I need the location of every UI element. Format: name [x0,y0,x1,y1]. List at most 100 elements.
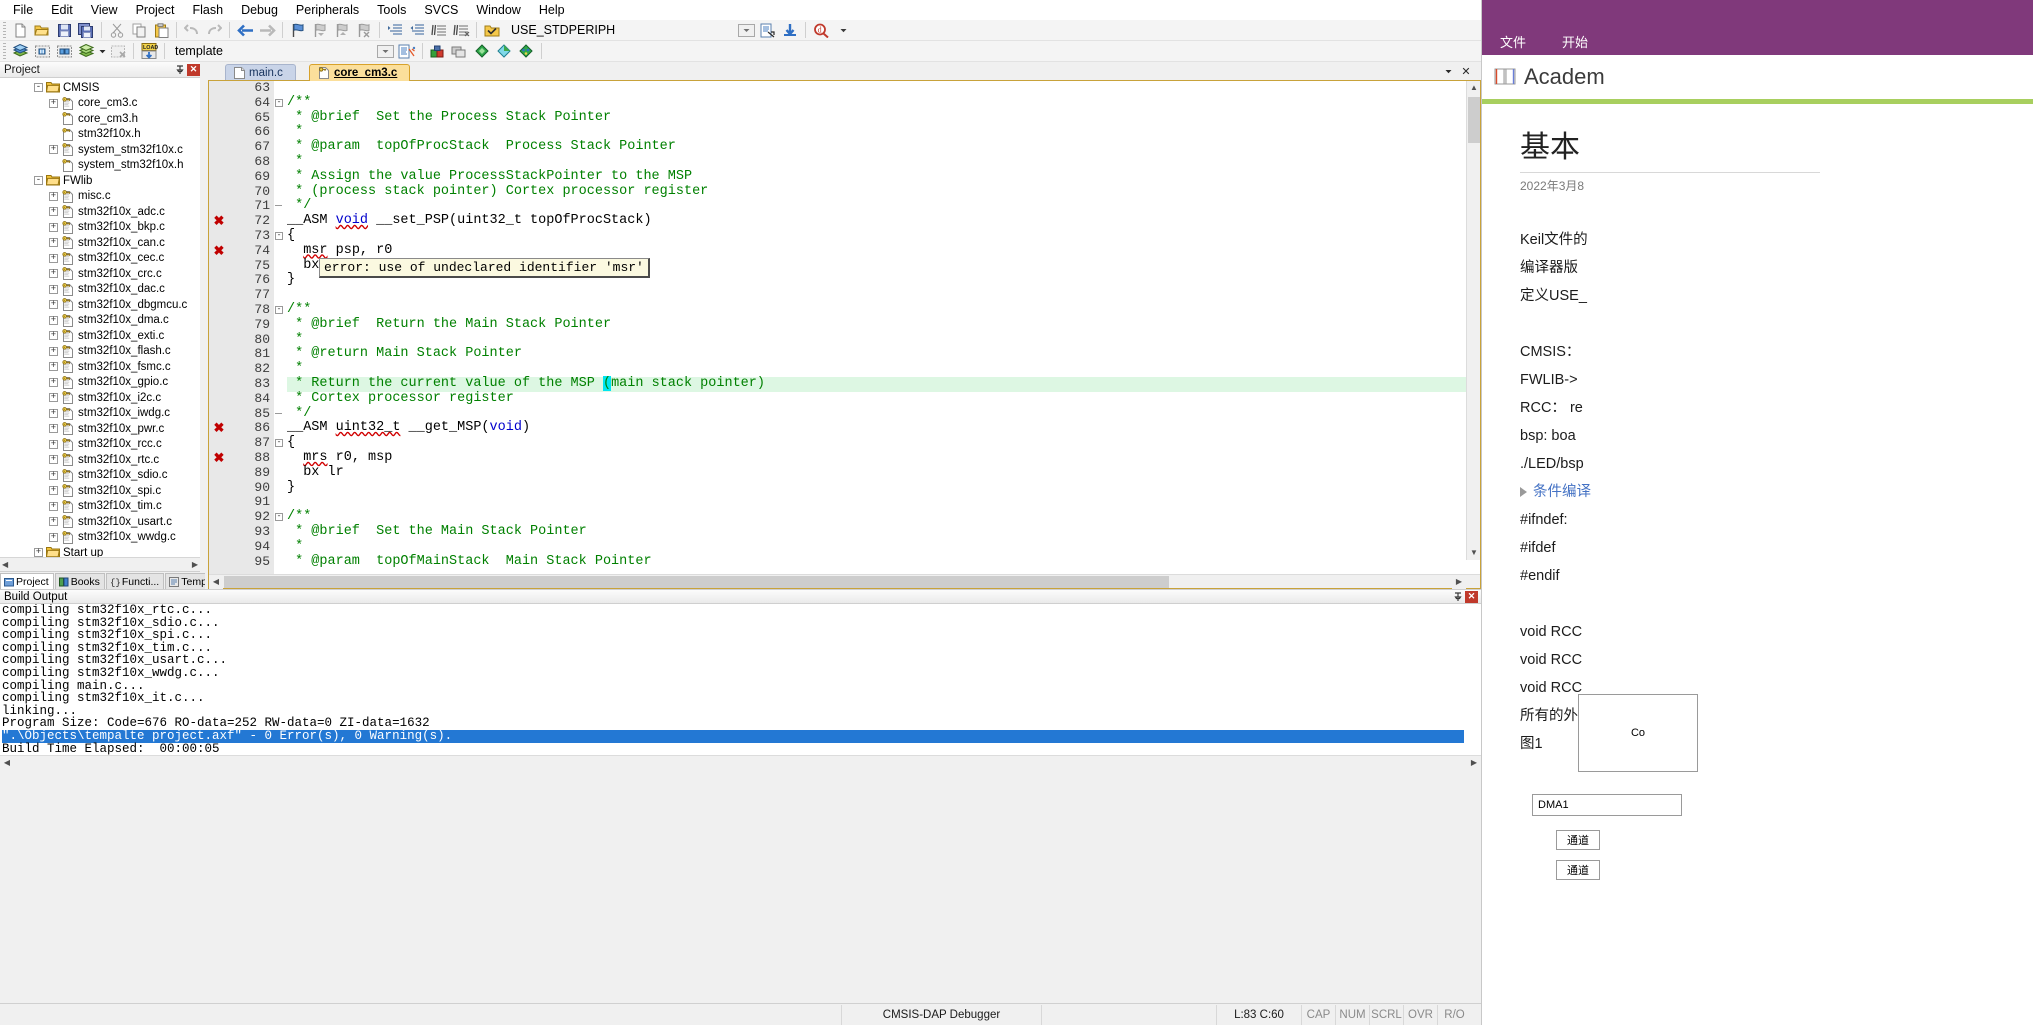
tree-item-stm32f10x-crc-c[interactable]: + stm32f10x_crc.c [0,266,200,282]
copy-icon[interactable] [128,21,150,40]
editor-tab-core-cm3-c[interactable]: core_cm3.c [309,64,411,81]
menu-item-peripherals[interactable]: Peripherals [287,1,368,19]
open-file-icon[interactable] [31,21,53,40]
menu-item-flash[interactable]: Flash [183,1,232,19]
fold-collapse-icon[interactable]: - [275,305,283,314]
bookmark-clear-icon[interactable] [353,21,375,40]
fold-collapse-icon[interactable]: - [275,98,283,107]
expand-icon[interactable]: + [34,548,43,557]
uncomment-icon[interactable] [450,21,472,40]
code-view[interactable]: ✖ ✖ ✖ ✖ 63 64 65 66 67 68 69 70 71 72 73 74 75 76 77 78 79 8… [209,81,1480,574]
target-options-icon[interactable] [396,42,418,61]
expand-icon[interactable]: + [49,207,58,217]
code-hscrollbar[interactable]: ◀ ▶ [209,574,1480,589]
onenote-body-line[interactable]: #ifndef: [1520,506,2033,534]
onenote-body-line[interactable]: FWLIB-> [1520,366,2033,394]
expand-icon[interactable]: + [49,145,58,155]
code-line[interactable]: * Cortex processor register [287,391,1480,407]
source-browse-icon[interactable] [757,21,779,40]
code-line[interactable]: * @brief Return the Main Stack Pointer [287,317,1480,333]
onenote-tab-file[interactable]: 文件 [1496,29,1530,54]
tree-item-system-stm32f10x-c[interactable]: + system_stm32f10x.c [0,142,200,158]
comment-icon[interactable] [428,21,450,40]
tree-item-cmsis[interactable]: - CMSIS [0,80,200,96]
onenote-body-line[interactable]: void RCC [1520,646,2033,674]
new-file-icon[interactable] [9,21,31,40]
expand-icon[interactable]: + [49,331,58,341]
onenote-body-line[interactable]: bsp: boa [1520,422,2033,450]
expand-icon[interactable]: + [49,98,58,108]
code-line[interactable]: bx lr [287,465,1480,481]
bookmark-toggle-icon[interactable] [287,21,309,40]
close-icon[interactable]: ✕ [187,63,200,76]
scroll-down-icon[interactable]: ▼ [1467,546,1480,560]
tree-item-stm32f10x-fsmc-c[interactable]: + stm32f10x_fsmc.c [0,359,200,375]
tree-item-stm32f10x-usart-c[interactable]: + stm32f10x_usart.c [0,514,200,530]
manage-project-items-icon[interactable] [427,42,449,61]
expand-icon[interactable]: + [49,377,58,387]
code-line[interactable]: * [287,332,1480,348]
tree-item-stm32f10x-dac-c[interactable]: + stm32f10x_dac.c [0,282,200,298]
onenote-body-line[interactable]: 编译器版 [1520,254,2033,282]
manage-run-time-env-icon[interactable] [493,42,515,61]
expand-icon[interactable]: + [49,238,58,248]
tree-item-core-cm3-h[interactable]: core_cm3.h [0,111,200,127]
code-line[interactable]: } [287,480,1480,496]
code-line[interactable]: /** [287,302,1480,318]
onenote-body-line[interactable]: ./LED/bsp [1520,450,2033,478]
outdent-icon[interactable] [406,21,428,40]
menu-item-tools[interactable]: Tools [368,1,415,19]
tree-item-misc-c[interactable]: + misc.c [0,189,200,205]
onenote-page-body[interactable]: Keil文件的 编译器版 定义USE_ CMSIS： FWLIB-> RCC： re bs… [1520,226,2033,758]
tree-item-stm32f10x-rcc-c[interactable]: + stm32f10x_rcc.c [0,437,200,453]
scroll-right-icon[interactable]: ▶ [192,560,198,569]
expand-icon[interactable]: + [49,455,58,465]
collapse-icon[interactable]: - [34,176,43,186]
tree-item-stm32f10x-pwr-c[interactable]: + stm32f10x_pwr.c [0,421,200,437]
onenote-body-line[interactable]: Keil文件的 [1520,226,2033,254]
scroll-right-icon[interactable]: ▶ [1452,574,1466,589]
paste-icon[interactable] [150,21,172,40]
tree-item-stm32f10x-rtc-c[interactable]: + stm32f10x_rtc.c [0,452,200,468]
code-line[interactable]: * Return the current value of the MSP (m… [287,375,1480,392]
navigate-forward-icon[interactable] [256,21,278,40]
code-line[interactable]: * @param topOfProcStack Process Stack Po… [287,139,1480,155]
tree-item-stm32f10x-dbgmcu-c[interactable]: + stm32f10x_dbgmcu.c [0,297,200,313]
indent-icon[interactable] [384,21,406,40]
vscroll-thumb[interactable] [1468,97,1480,143]
code-line[interactable] [287,288,1480,303]
fold-collapse-icon[interactable]: - [275,513,283,522]
onenote-body-line[interactable]: CMSIS： [1520,338,2033,366]
scroll-left-icon[interactable]: ◀ [2,560,8,569]
code-text[interactable]: /** * @brief Set the Process Stack Point… [287,81,1480,574]
expand-icon[interactable]: + [49,253,58,263]
tree-item-stm32f10x-gpio-c[interactable]: + stm32f10x_gpio.c [0,375,200,391]
code-line[interactable]: { [287,228,1480,244]
error-margin[interactable]: ✖ ✖ ✖ ✖ [209,81,229,574]
menu-item-debug[interactable]: Debug [232,1,287,19]
onenote-body-line[interactable]: #endif [1520,562,2033,590]
tree-item-stm32f10x-spi-c[interactable]: + stm32f10x_spi.c [0,483,200,499]
code-line[interactable]: /** [287,95,1480,111]
target-combo-arrow-icon[interactable] [374,42,396,61]
collapse-triangle-icon[interactable] [1520,487,1527,498]
find-dropdown-arrow-icon[interactable] [832,21,854,40]
onenote-notebook-name[interactable]: Academ [1524,64,1605,90]
expand-icon[interactable]: + [49,269,58,279]
menu-item-file[interactable]: File [4,1,42,19]
menu-item-window[interactable]: Window [467,1,529,19]
code-line[interactable]: /** [287,509,1480,525]
collapse-icon[interactable]: - [34,83,43,93]
scroll-left-icon[interactable]: ◀ [209,574,223,589]
configure-target-icon[interactable] [481,21,503,40]
expand-icon[interactable]: + [49,517,58,527]
rebuild-icon[interactable] [31,42,53,61]
expand-icon[interactable]: + [49,532,58,542]
code-line[interactable]: * (process stack pointer) Cortex process… [287,184,1480,200]
fold-collapse-icon[interactable]: - [275,439,283,448]
code-folding-column[interactable]: - - - - - [274,81,287,574]
onenote-titlebar[interactable] [1482,0,2033,28]
tree-item-stm32f10x-dma-c[interactable]: + stm32f10x_dma.c [0,313,200,329]
editor-window-close-icon[interactable]: ✕ [1459,65,1473,78]
onenote-body-line[interactable]: 条件编译 [1520,478,2033,506]
